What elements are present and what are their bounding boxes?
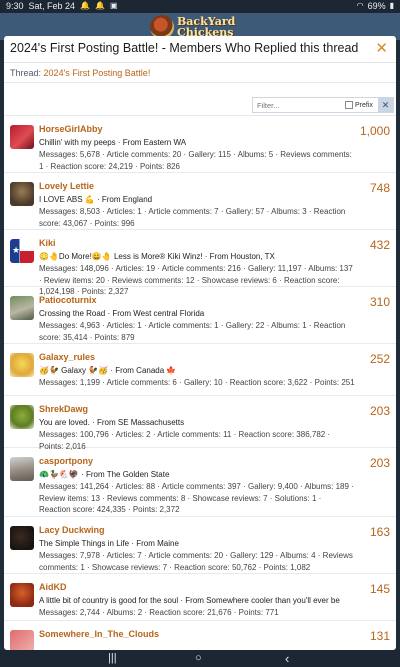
member-stats: Messages: 7,978 · Articles: 7 · Article … <box>39 551 353 572</box>
filter-bar: Prefix ✕ <box>4 83 396 116</box>
system-nav-bar: ||| ○ ‹ <box>0 650 400 667</box>
dialog-title: 2024's First Posting Battle! - Members W… <box>10 41 359 55</box>
member-title: Crossing the Road · From West central Fl… <box>39 309 205 318</box>
thread-label: Thread: <box>10 68 42 78</box>
reply-count: 145 <box>369 582 390 596</box>
member-row[interactable]: Patiocoturnix Crossing the Road · From W… <box>4 287 396 344</box>
avatar[interactable] <box>10 630 34 650</box>
member-name[interactable]: casportpony <box>39 456 93 466</box>
member-stats: Messages: 8,503 · Articles: 1 · Article … <box>39 207 346 228</box>
reply-count: 203 <box>369 404 390 418</box>
member-name[interactable]: Lovely Lettie <box>39 181 94 191</box>
avatar[interactable]: ★ <box>10 239 34 263</box>
member-row[interactable]: Galaxy_rules 🥳🐓 Galaxy 🐓🥳 · From Canada … <box>4 344 396 396</box>
logo-line-1: BackYard <box>177 14 236 28</box>
back-icon[interactable]: ‹ <box>285 651 289 666</box>
status-bar: 9:30 Sat, Feb 24 🔔 🔔 ▣ ◠ 69% ▮ <box>0 0 400 13</box>
member-name[interactable]: Lacy Duckwing <box>39 525 105 535</box>
avatar[interactable] <box>10 182 34 206</box>
image-icon: ▣ <box>110 1 118 10</box>
reply-count: 310 <box>369 295 390 309</box>
member-stats: Messages: 1,199 · Article comments: 6 · … <box>39 378 355 387</box>
recent-apps-icon[interactable]: ||| <box>108 651 117 666</box>
member-title: I LOVE ABS 💪 · From England <box>39 195 153 204</box>
wifi-icon: ◠ <box>356 1 364 10</box>
prefix-toggle[interactable]: Prefix <box>345 101 373 109</box>
member-row[interactable]: AidKD A little bit of country is good fo… <box>4 574 396 621</box>
member-title: A little bit of country is good for the … <box>39 596 340 605</box>
member-stats: Messages: 2,744 · Albums: 2 · Reaction s… <box>39 608 279 617</box>
member-name[interactable]: Kiki <box>39 238 56 248</box>
avatar[interactable] <box>10 583 34 607</box>
member-name[interactable]: ShrekDawg <box>39 404 88 414</box>
status-date: Sat, Feb 24 <box>28 1 76 11</box>
member-title: 🦚🦆🐔🦃 · From The Golden State <box>39 470 170 479</box>
prefix-checkbox[interactable] <box>345 101 353 109</box>
reply-count: 252 <box>369 352 390 366</box>
chicken-logo-icon <box>150 14 174 39</box>
avatar[interactable] <box>10 353 34 377</box>
reply-count: 1,000 <box>359 124 390 138</box>
member-name[interactable]: Somewhere_In_The_Clouds <box>39 629 159 639</box>
prefix-label: Prefix <box>355 101 373 109</box>
reply-count: 203 <box>369 456 390 470</box>
thread-link[interactable]: 2024's First Posting Battle! <box>44 68 151 78</box>
member-stats: Messages: 4,963 · Articles: 1 · Article … <box>39 321 346 342</box>
clock: 9:30 <box>6 1 24 11</box>
home-icon[interactable]: ○ <box>195 651 202 666</box>
member-title: Chillin' with my peeps · From Eastern WA <box>39 138 187 147</box>
member-title: 😳🤚Do More!😀🤚 Less is More® Kiki Winz! · … <box>39 252 275 261</box>
member-row[interactable]: Lovely Lettie I LOVE ABS 💪 · From Englan… <box>4 173 396 230</box>
member-row[interactable]: Lacy Duckwing The Simple Things in Life … <box>4 517 396 574</box>
member-stats: Messages: 141,264 · Articles: 88 · Artic… <box>39 482 354 514</box>
battery-level: 69% <box>367 1 386 11</box>
member-title: 🥳🐓 Galaxy 🐓🥳 · From Canada 🍁 <box>39 366 177 375</box>
clear-filter-icon[interactable]: ✕ <box>378 98 393 112</box>
avatar[interactable] <box>10 296 34 320</box>
member-list: HorseGirlAbby Chillin' with my peeps · F… <box>4 116 396 650</box>
member-name[interactable]: Galaxy_rules <box>39 352 95 362</box>
avatar[interactable] <box>10 405 34 429</box>
dialog-header: 2024's First Posting Battle! - Members W… <box>4 36 396 63</box>
filter-input[interactable] <box>253 100 341 110</box>
notification-icon: 🔔 <box>80 1 91 10</box>
member-name[interactable]: HorseGirlAbby <box>39 124 103 134</box>
reply-count: 748 <box>369 181 390 195</box>
member-name[interactable]: AidKD <box>39 582 67 592</box>
member-name[interactable]: Patiocoturnix <box>39 295 97 305</box>
filter-box: Prefix ✕ <box>252 97 394 113</box>
member-stats: Messages: 5,678 · Article comments: 20 ·… <box>39 150 352 171</box>
member-title: You are loved. · From SE Massachusetts <box>39 418 185 427</box>
member-row[interactable]: HorseGirlAbby Chillin' with my peeps · F… <box>4 116 396 173</box>
battery-icon: ▮ <box>389 1 394 10</box>
member-title: The Simple Things in Life · From Maine <box>39 539 179 548</box>
reply-count: 432 <box>369 238 390 252</box>
avatar[interactable] <box>10 125 34 149</box>
member-row[interactable]: Somewhere_In_The_Clouds 131 <box>4 621 396 650</box>
thread-line: Thread: 2024's First Posting Battle! <box>4 63 396 83</box>
member-row[interactable]: casportpony 🦚🦆🐔🦃 · From The Golden State… <box>4 448 396 517</box>
member-row[interactable]: ★ Kiki 😳🤚Do More!😀🤚 Less is More® Kiki W… <box>4 230 396 296</box>
avatar[interactable] <box>10 526 34 550</box>
members-replied-dialog: 2024's First Posting Battle! - Members W… <box>4 36 396 650</box>
close-icon[interactable]: ✕ <box>375 39 388 57</box>
avatar[interactable] <box>10 457 34 481</box>
star-icon: ★ <box>12 245 21 255</box>
reply-count: 163 <box>369 525 390 539</box>
member-row[interactable]: ShrekDawg You are loved. · From SE Massa… <box>4 396 396 451</box>
notification-icon: 🔔 <box>95 1 105 10</box>
flag-stripe <box>19 251 34 263</box>
reply-count: 131 <box>369 629 390 643</box>
